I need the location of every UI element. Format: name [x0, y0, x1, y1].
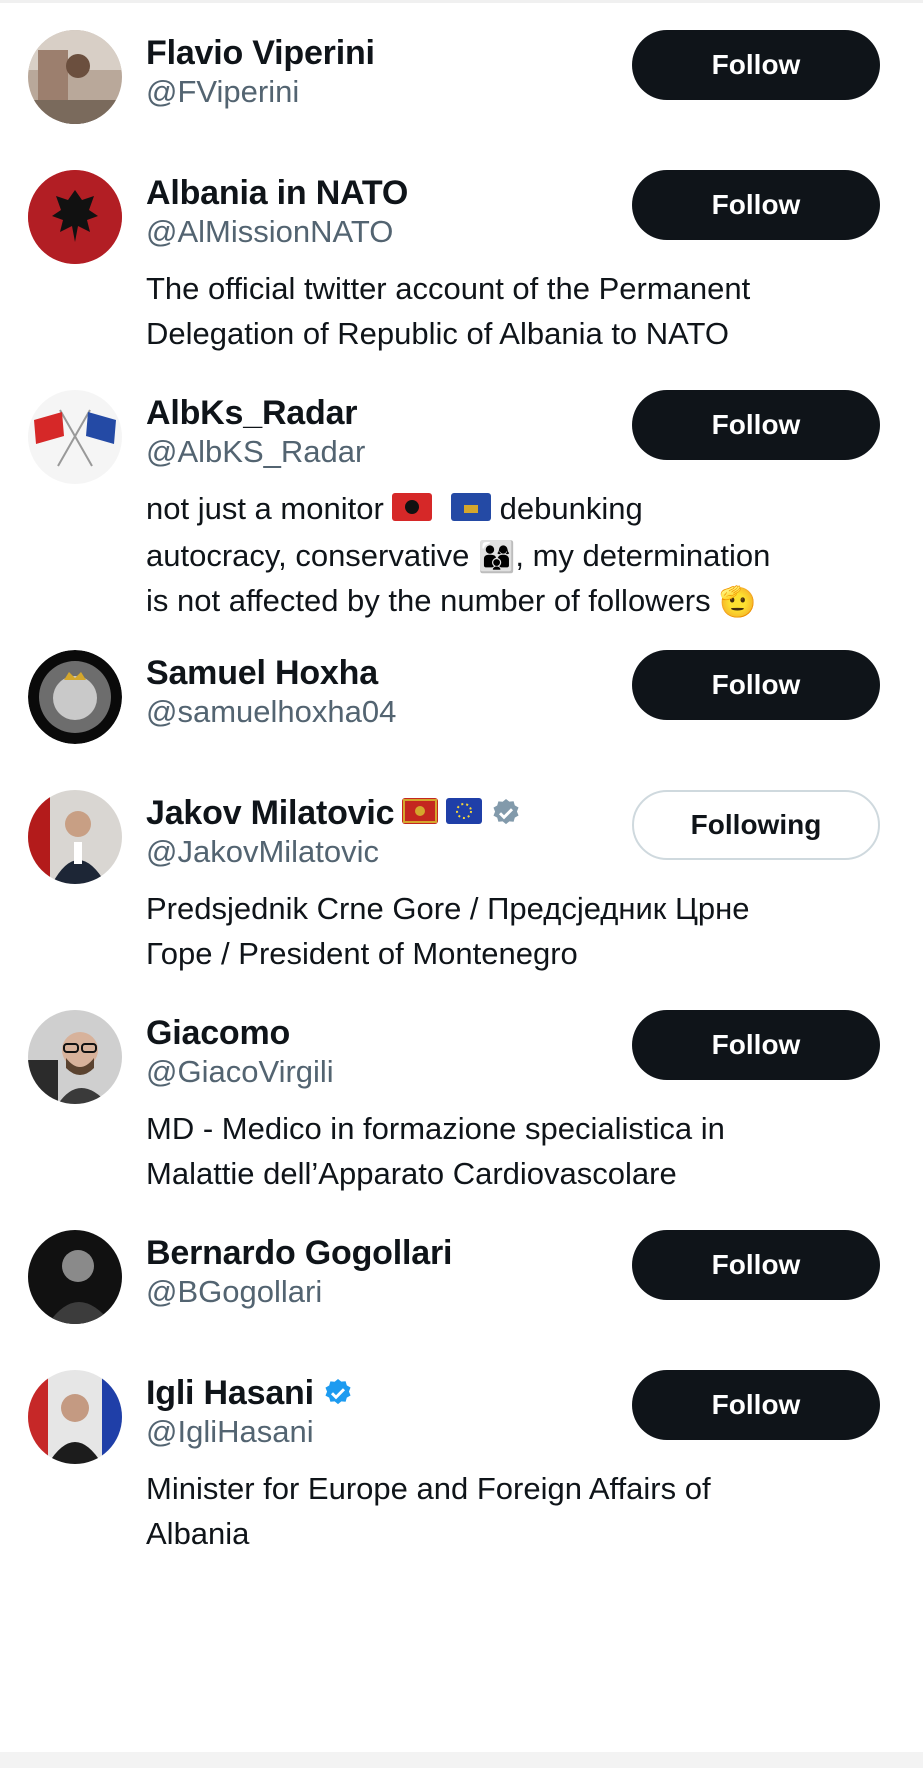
user-handle[interactable]: @AlbKS_Radar: [146, 434, 365, 470]
avatar[interactable]: [28, 1230, 122, 1324]
follow-button[interactable]: Follow: [632, 650, 880, 720]
user-handle[interactable]: @JakovMilatovic: [146, 834, 379, 870]
user-bio: Predsjednik Crne Gore / Предсједник Црне…: [146, 891, 750, 971]
user-bio: Minister for Europe and Foreign Affairs …: [146, 1471, 711, 1551]
user-bio: The official twitter account of the Perm…: [146, 271, 751, 351]
user-bio: not just a monitor debunking autocracy, …: [146, 486, 886, 623]
user-handle[interactable]: @BGogollari: [146, 1274, 322, 1310]
avatar[interactable]: [28, 30, 122, 124]
display-name[interactable]: Flavio Viperini: [146, 34, 375, 73]
display-name[interactable]: AlbKs_Radar: [146, 394, 358, 433]
display-name[interactable]: Albania in NATO: [146, 174, 408, 213]
display-name[interactable]: Giacomo: [146, 1014, 290, 1053]
follow-button[interactable]: Follow: [632, 170, 880, 240]
montenegro-flag-icon: [402, 797, 439, 829]
avatar[interactable]: [28, 1370, 122, 1464]
follow-button[interactable]: Follow: [632, 390, 880, 460]
bottom-divider: [0, 1752, 923, 1768]
follow-button[interactable]: Follow: [632, 1230, 880, 1300]
gray-verified-icon[interactable]: [490, 797, 522, 829]
following-button[interactable]: Following: [632, 790, 880, 860]
avatar[interactable]: [28, 650, 122, 744]
user-handle[interactable]: @samuelhoxha04: [146, 694, 396, 730]
user-handle[interactable]: @IgliHasani: [146, 1414, 314, 1450]
avatar[interactable]: [28, 790, 122, 884]
albania-flag-icon: [392, 488, 433, 533]
avatar[interactable]: [28, 390, 122, 484]
family-emoji-icon: 👨‍👩‍👦: [477, 541, 516, 575]
blue-verified-icon[interactable]: [322, 1377, 354, 1409]
display-name[interactable]: Igli Hasani: [146, 1374, 314, 1413]
avatar[interactable]: [28, 170, 122, 264]
follow-button[interactable]: Follow: [632, 1370, 880, 1440]
user-handle[interactable]: @GiacoVirgili: [146, 1054, 334, 1090]
user-bio: MD - Medico in formazione specialistica …: [146, 1111, 725, 1191]
user-handle[interactable]: @AlMissionNATO: [146, 214, 393, 250]
display-name[interactable]: Samuel Hoxha: [146, 654, 378, 693]
follow-button[interactable]: Follow: [632, 1010, 880, 1080]
avatar[interactable]: [28, 1010, 122, 1104]
user-handle[interactable]: @FViperini: [146, 74, 299, 110]
saluting-face-emoji-icon: 🫡: [719, 586, 757, 620]
eu-flag-icon: [446, 797, 483, 829]
follow-button[interactable]: Follow: [632, 30, 880, 100]
display-name[interactable]: Bernardo Gogollari: [146, 1234, 452, 1273]
top-divider: [0, 0, 923, 3]
display-name[interactable]: Jakov Milatovic: [146, 794, 395, 833]
kosovo-flag-icon: [451, 488, 492, 533]
